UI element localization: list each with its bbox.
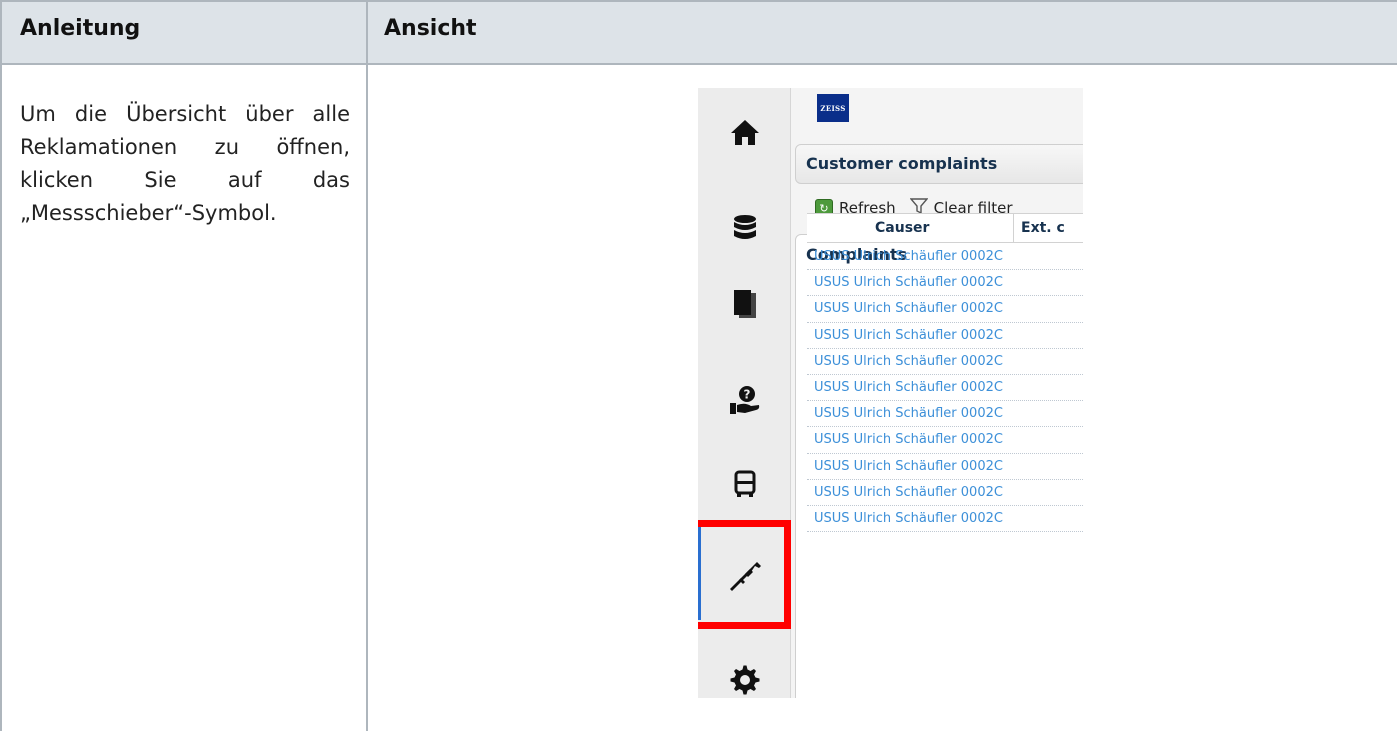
table-row[interactable]: USUS Ulrich Schäufler 0002C [807, 506, 1083, 533]
main-content: ZEISS Customer complaints ↻ Refresh Clea… [791, 88, 1083, 698]
column-header-causer[interactable]: Causer [875, 220, 929, 236]
grid-header-row: Causer Ext. c [807, 213, 1083, 243]
documents-icon[interactable] [698, 274, 791, 334]
instruction-table: Anleitung Ansicht Um die Übersicht über … [0, 0, 1397, 731]
header-ansicht: Ansicht [384, 16, 477, 41]
table-column-divider [366, 0, 368, 731]
database-icon[interactable] [698, 198, 791, 258]
table-row[interactable]: USUS Ulrich Schäufler 0002C [807, 375, 1083, 402]
home-icon[interactable] [698, 102, 791, 162]
table-row[interactable]: USUS Ulrich Schäufler 0002C [807, 270, 1083, 297]
table-left-border [0, 0, 2, 731]
app-screenshot: ? ZEISS Customer complaints ↻ Refresh Cl… [698, 88, 1083, 698]
table-row[interactable]: USUS Ulrich Schäufler 0002C [807, 323, 1083, 349]
table-row[interactable]: USUS Ulrich Schäufler 0002C [807, 454, 1083, 480]
table-row[interactable]: USUS Ulrich Schäufler 0002C [807, 296, 1083, 323]
support-hand-icon[interactable]: ? [698, 370, 791, 430]
gear-icon[interactable] [698, 650, 791, 698]
table-header-row: Anleitung Ansicht [0, 0, 1397, 65]
zeiss-logo: ZEISS [817, 94, 849, 122]
table-row[interactable]: USUS Ulrich Schäufler 0002C [807, 427, 1083, 454]
header-anleitung: Anleitung [20, 16, 141, 41]
red-highlight-frame [698, 520, 791, 629]
table-row[interactable]: USUS Ulrich Schäufler 0002C [807, 480, 1083, 506]
truck-icon[interactable] [698, 454, 791, 514]
column-separator [1013, 214, 1014, 242]
grid-rows: USUS Ulrich Schäufler 0002C USUS Ulrich … [807, 244, 1083, 533]
table-row[interactable]: USUS Ulrich Schäufler 0002C [807, 349, 1083, 375]
svg-text:?: ? [743, 388, 750, 402]
customer-complaints-panel: Customer complaints [795, 144, 1083, 184]
panel-title: Customer complaints [806, 154, 998, 173]
table-row[interactable]: USUS Ulrich Schäufler 0002C [807, 244, 1083, 271]
instruction-text: Um die Übersicht über alle Reklamationen… [20, 102, 350, 225]
table-row[interactable]: USUS Ulrich Schäufler 0002C [807, 401, 1083, 428]
column-header-ext[interactable]: Ext. c [1021, 220, 1065, 236]
